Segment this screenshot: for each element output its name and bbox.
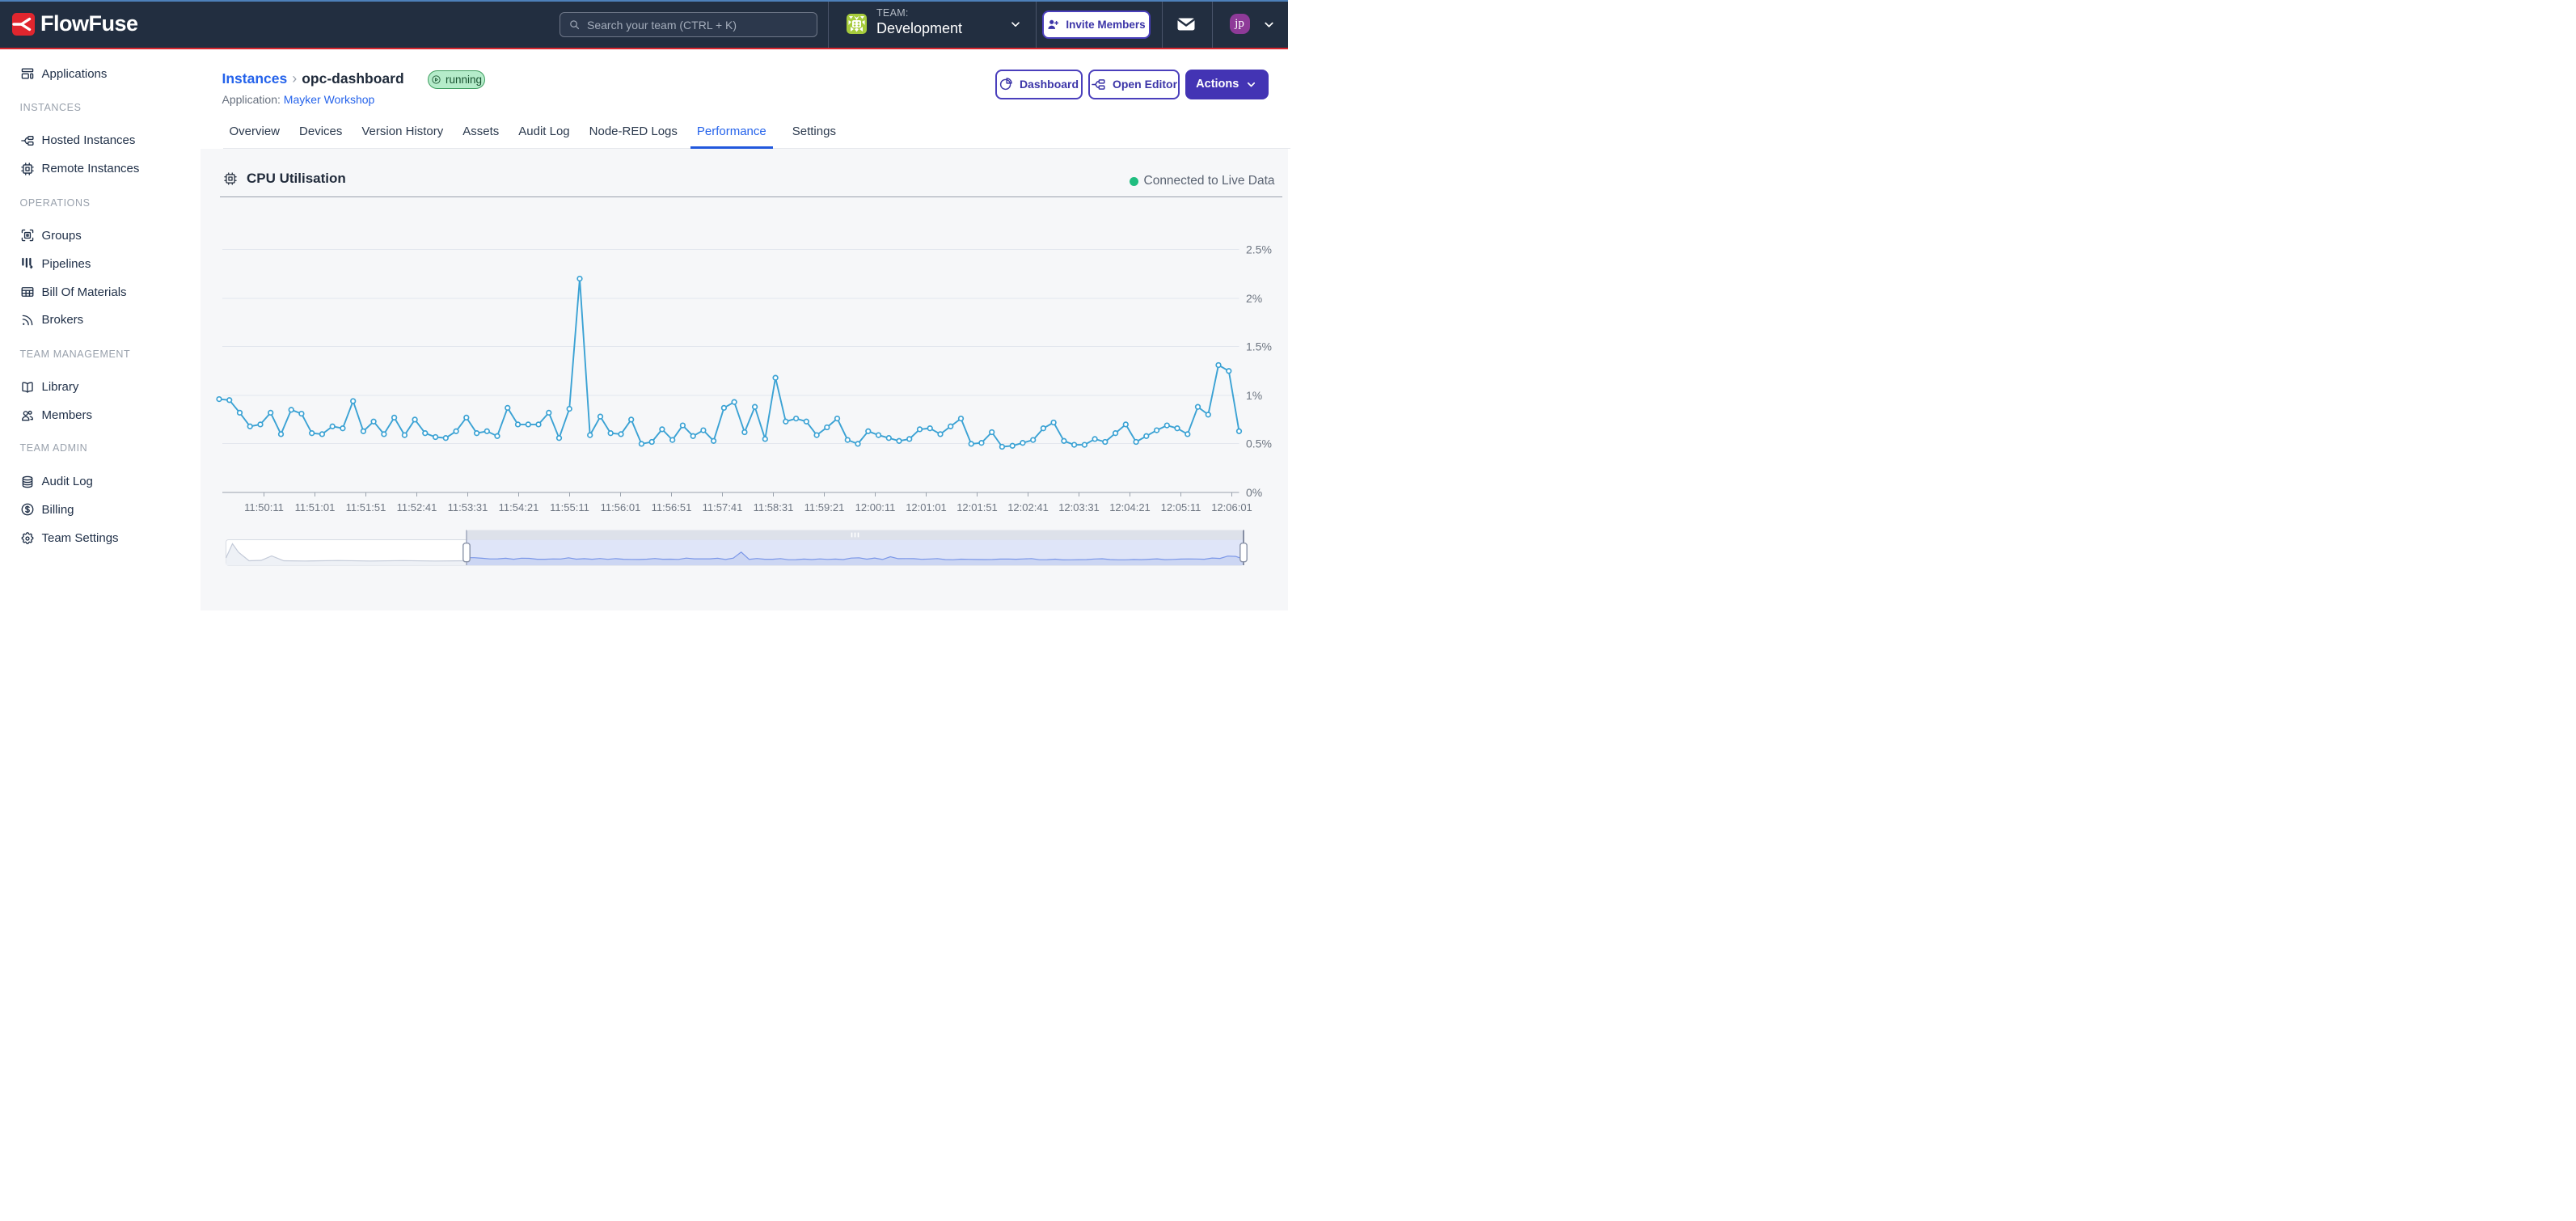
svg-text:12:03:31: 12:03:31 — [1058, 501, 1100, 513]
svg-text:11:51:01: 11:51:01 — [295, 501, 336, 513]
svg-text:11:58:31: 11:58:31 — [754, 501, 794, 513]
svg-text:11:52:41: 11:52:41 — [397, 501, 437, 513]
svg-text:11:59:21: 11:59:21 — [804, 501, 845, 513]
svg-text:11:50:11: 11:50:11 — [244, 501, 284, 513]
svg-text:11:54:21: 11:54:21 — [499, 501, 539, 513]
svg-text:12:02:41: 12:02:41 — [1007, 501, 1049, 513]
svg-text:11:57:41: 11:57:41 — [703, 501, 743, 513]
svg-text:12:01:51: 12:01:51 — [956, 501, 998, 513]
svg-text:11:56:01: 11:56:01 — [601, 501, 641, 513]
svg-text:0.5%: 0.5% — [1246, 437, 1272, 450]
svg-text:11:55:11: 11:55:11 — [550, 501, 589, 513]
svg-text:11:53:31: 11:53:31 — [448, 501, 488, 513]
svg-text:12:04:21: 12:04:21 — [1109, 501, 1151, 513]
svg-text:2%: 2% — [1246, 292, 1262, 305]
svg-text:12:06:01: 12:06:01 — [1211, 501, 1252, 513]
svg-text:12:00:11: 12:00:11 — [855, 501, 896, 513]
svg-text:11:51:51: 11:51:51 — [346, 501, 386, 513]
svg-text:2.5%: 2.5% — [1246, 243, 1272, 256]
svg-text:12:01:01: 12:01:01 — [906, 501, 947, 513]
svg-text:12:05:11: 12:05:11 — [1161, 501, 1201, 513]
svg-text:11:56:51: 11:56:51 — [652, 501, 692, 513]
svg-text:1%: 1% — [1246, 389, 1262, 402]
svg-text:0%: 0% — [1246, 486, 1262, 499]
svg-text:1.5%: 1.5% — [1246, 340, 1272, 353]
